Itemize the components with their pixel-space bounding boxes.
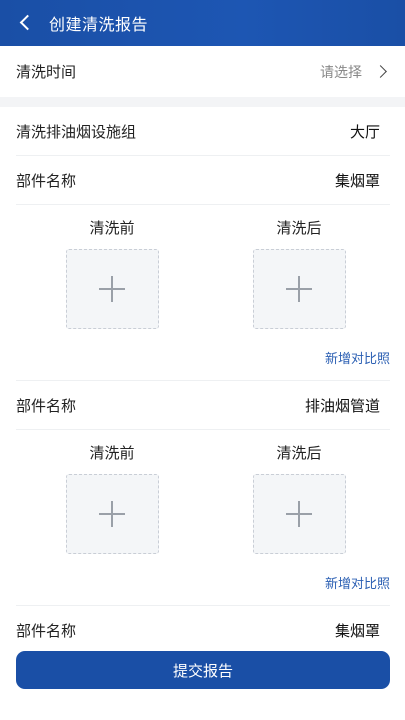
upload-after-photo-button[interactable]	[252, 474, 346, 554]
before-label: 清洗前	[89, 219, 135, 237]
component-name-label: 部件名称	[16, 622, 77, 640]
upload-after-photo-button[interactable]	[252, 249, 346, 329]
before-label: 清洗前	[89, 444, 135, 462]
upload-before-photo-button[interactable]	[65, 249, 159, 329]
after-label: 清洗后	[276, 219, 322, 237]
facility-label: 清洗排油烟设施组	[16, 122, 137, 141]
bottom-action-bar: 提交报告	[0, 640, 405, 720]
section-gap	[0, 97, 405, 107]
component-name-value: 集烟罩	[334, 622, 380, 640]
photo-compare-section: 清洗前 清洗后 新增对比照	[16, 205, 390, 381]
report-form: 清洗排油烟设施组 大厅 部件名称 集烟罩 清洗前 清洗后 新增对比照 部件名称 …	[16, 107, 390, 655]
photo-compare-section: 清洗前 清洗后 新增对比照	[16, 430, 390, 606]
component-name-row: 部件名称 集烟罩	[16, 156, 390, 205]
chevron-right-icon	[374, 65, 387, 78]
component-name-value: 排油烟管道	[304, 396, 380, 415]
component-name-label: 部件名称	[16, 396, 77, 415]
component-name-value: 集烟罩	[334, 171, 380, 190]
cleaning-time-label: 清洗时间	[16, 63, 77, 81]
before-photo-column: 清洗前	[62, 205, 162, 329]
before-photo-column: 清洗前	[62, 430, 162, 554]
after-label: 清洗后	[276, 444, 322, 462]
back-arrow-icon[interactable]	[19, 16, 33, 30]
component-name-row: 部件名称 排油烟管道	[16, 381, 390, 430]
facility-value: 大厅	[349, 122, 380, 141]
app-header: 创建清洗报告	[0, 0, 405, 46]
cleaning-time-row[interactable]: 清洗时间 请选择	[0, 46, 405, 97]
after-photo-column: 清洗后	[249, 430, 349, 554]
add-compare-photo-link[interactable]: 新增对比照	[325, 348, 390, 367]
component-name-label: 部件名称	[16, 171, 77, 190]
facility-row: 清洗排油烟设施组 大厅	[16, 107, 390, 156]
submit-report-button[interactable]: 提交报告	[16, 651, 390, 689]
page-title: 创建清洗报告	[49, 15, 149, 34]
add-compare-photo-link[interactable]: 新增对比照	[325, 573, 390, 592]
after-photo-column: 清洗后	[249, 205, 349, 329]
cleaning-time-picker[interactable]: 请选择	[320, 62, 389, 82]
upload-before-photo-button[interactable]	[65, 474, 159, 554]
cleaning-time-placeholder: 请选择	[320, 64, 362, 81]
